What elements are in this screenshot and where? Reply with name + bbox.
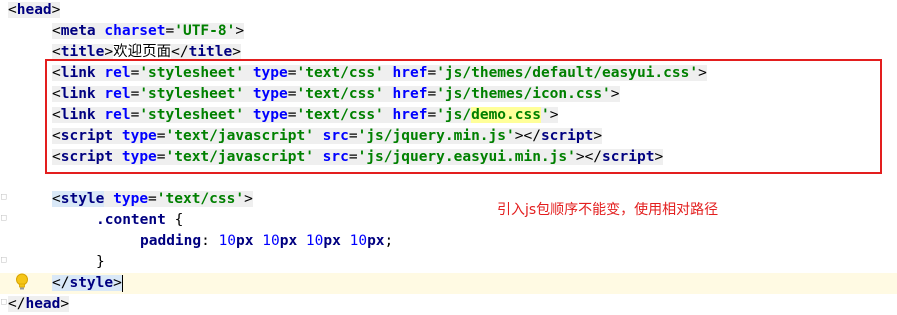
css-semicolon: ; [384,233,394,249]
css-selector: .content [96,212,166,228]
css-unit: px [279,233,298,249]
fold-marker-icon[interactable]: □ [1,256,8,265]
css-unit: px [236,233,254,249]
tag-name: meta [60,23,96,39]
code-line-meta[interactable]: <meta charset='UTF-8'> [0,21,897,42]
tag-name: style [60,191,105,207]
tag-bracket: > [51,2,61,18]
css-number: 10 [349,233,368,249]
css-number: 10 [262,233,280,249]
tag-name: head [25,296,61,312]
code-line-css-brace-close[interactable]: } [0,252,897,273]
fold-marker-icon[interactable]: □ [1,298,8,307]
code-line-css-padding[interactable]: padding: 10px 10px 10px 10px; [0,231,897,252]
title-text: 欢迎页面 [113,44,172,60]
code-line-style-open[interactable]: <style type='text/css'> [0,189,897,210]
css-colon: : [201,233,219,249]
attribute-value: 'UTF-8' [174,23,236,39]
css-unit: px [367,233,385,249]
tag-name: style [69,275,114,291]
css-brace: } [96,254,105,270]
code-line-head-open[interactable]: <head> [0,0,897,21]
tag-name: head [16,2,52,18]
code-line-style-close[interactable]: </style> [0,273,897,294]
highlight-box [45,59,882,174]
css-brace: { [165,212,184,228]
attribute-name: type [113,191,149,207]
attribute-name: charset [104,23,166,39]
css-number: 10 [305,233,324,249]
code-line-css-selector[interactable]: .content { [0,210,897,231]
annotation-text: 引入js包顺序不能变，使用相对路径 [497,202,719,218]
tag-name: title [188,44,233,60]
css-unit: px [323,233,341,249]
lightbulb-icon[interactable] [15,273,29,291]
fold-marker-icon[interactable]: □ [1,214,8,223]
fold-marker-icon[interactable]: □ [1,193,8,202]
tag-bracket: < [8,2,17,18]
tag-name: title [60,44,105,60]
attribute-value: 'text/css' [156,191,245,207]
css-property: padding [140,233,202,249]
text-caret [121,274,123,292]
code-line-head-close[interactable]: </head> [0,294,897,315]
css-number: 10 [218,233,237,249]
